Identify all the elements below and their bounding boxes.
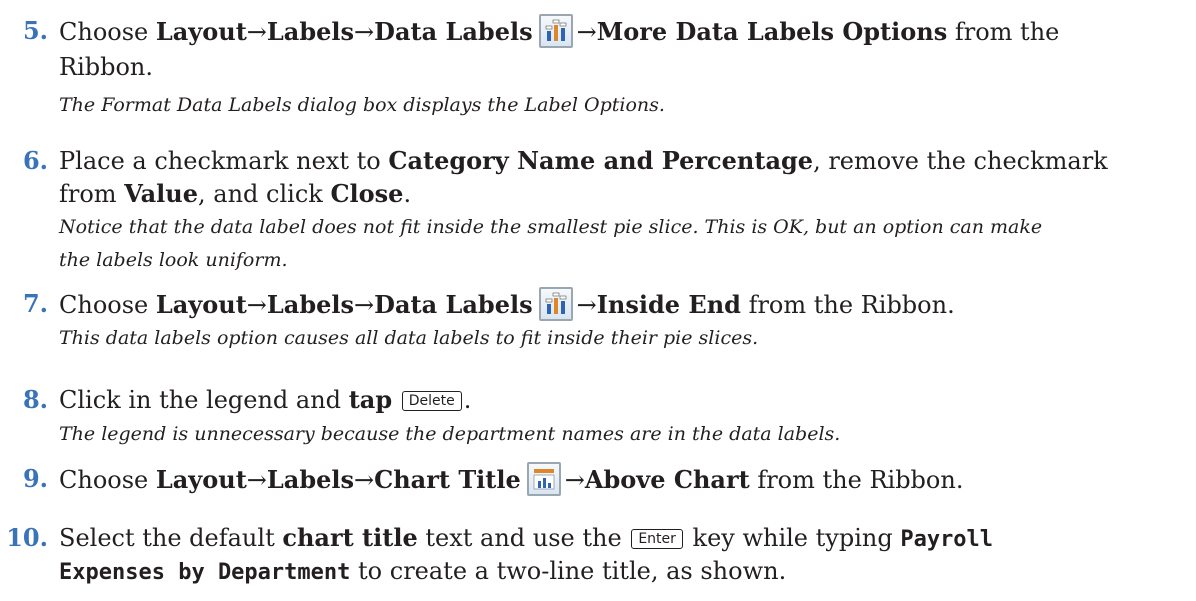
- enter-key: Enter: [631, 529, 683, 549]
- step-note: The legend is unnecessary because the de…: [59, 423, 841, 445]
- step-note: The Format Data Labels dialog box displa…: [59, 94, 665, 116]
- delete-key: Delete: [401, 391, 462, 411]
- step-number: 5.: [22, 16, 48, 45]
- step-number: 10.: [6, 523, 48, 552]
- step-text-line: Expenses by Department to create a two-l…: [59, 557, 787, 585]
- step-note: the labels look uniform.: [59, 249, 288, 271]
- step-note: Notice that the data label does not fit …: [59, 216, 1043, 238]
- step-text-line: Choose Layout→Labels→Chart Title →Above …: [59, 462, 963, 497]
- step-number: 8.: [22, 385, 48, 414]
- chart-title-icon: [526, 462, 561, 496]
- step-number: 9.: [22, 464, 48, 493]
- step-text-line: from Value, and click Close.: [59, 179, 412, 208]
- step-text-line: Place a checkmark next to Category Name …: [59, 146, 1108, 175]
- step-text-line: Click in the legend and tap Delete.: [59, 385, 472, 414]
- step-number: 7.: [22, 289, 48, 318]
- step-text-line: Choose Layout→Labels→Data Labels →Inside…: [59, 287, 955, 322]
- data-labels-icon: [538, 287, 573, 321]
- data-labels-icon: [538, 14, 573, 48]
- step-number: 6.: [22, 146, 48, 175]
- step-note: This data labels option causes all data …: [59, 327, 759, 349]
- step-text-line: Choose Layout→Labels→Data Labels →More D…: [59, 14, 1059, 49]
- step-text-line: Select the default chart title text and …: [59, 523, 994, 552]
- step-text-line: Ribbon.: [59, 53, 154, 81]
